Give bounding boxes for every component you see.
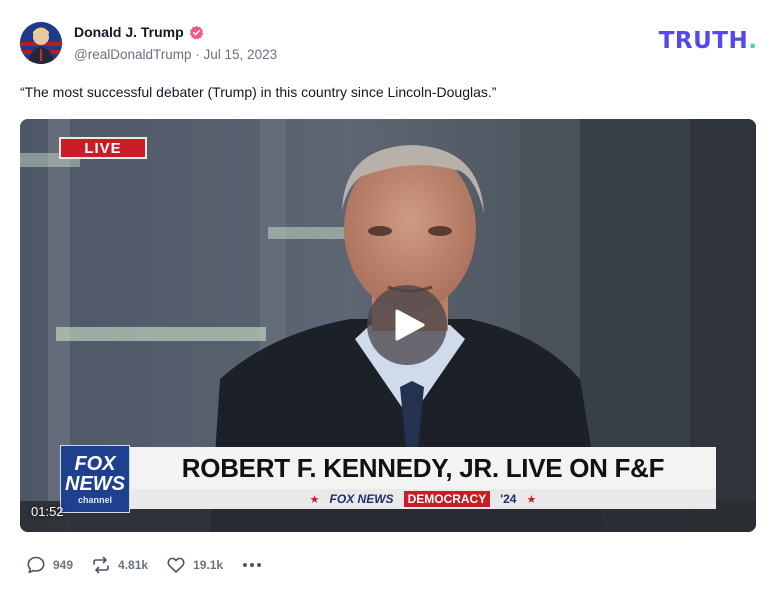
- post-date[interactable]: Jul 15, 2023: [204, 47, 278, 62]
- live-badge: LIVE: [59, 137, 147, 159]
- ellipsis-icon: [250, 563, 255, 567]
- avatar-image: [20, 22, 62, 64]
- reply-count: 949: [53, 558, 74, 572]
- post-header: Donald J. Trump @realDonaldTrump · Jul 1…: [20, 20, 757, 66]
- more-options-button[interactable]: [243, 563, 262, 567]
- repost-arrows-icon: [93, 556, 109, 574]
- chyron-tag: DEMOCRACY: [403, 491, 491, 507]
- chyron-year: '24: [500, 492, 517, 506]
- video-player[interactable]: LIVE FOX NEWS channel ROBERT F. KENNEDY,…: [20, 119, 756, 532]
- heart-icon: [167, 557, 185, 573]
- post-text: “The most successful debater (Trump) in …: [20, 84, 497, 100]
- author-meta: @realDonaldTrump · Jul 15, 2023: [74, 47, 277, 62]
- retruth-count: 4.81k: [118, 558, 149, 572]
- speech-bubble-icon: [27, 556, 45, 574]
- author-name[interactable]: Donald J. Trump: [74, 24, 184, 40]
- channel-logo-line3: channel: [77, 494, 112, 505]
- author-handle[interactable]: @realDonaldTrump: [74, 47, 192, 62]
- fox-news-channel-logo: FOX NEWS channel: [60, 445, 130, 513]
- chyron-network: FOX NEWS: [329, 492, 394, 506]
- brand-logo-dot: .: [748, 28, 757, 54]
- reply-button[interactable]: 949: [26, 555, 73, 575]
- star-icon: ★: [309, 493, 320, 506]
- avatar[interactable]: [20, 22, 62, 64]
- video-chyron-headline: ROBERT F. KENNEDY, JR. LIVE ON F&F: [130, 447, 716, 489]
- truth-social-logo[interactable]: TRUTH .: [659, 28, 757, 56]
- author-block: Donald J. Trump @realDonaldTrump · Jul 1…: [74, 23, 277, 62]
- like-count: 19.1k: [193, 558, 224, 572]
- play-icon: [395, 309, 425, 341]
- ellipsis-icon: [243, 563, 248, 567]
- like-button[interactable]: 19.1k: [166, 555, 223, 575]
- video-duration: 01:52: [31, 504, 64, 519]
- play-button[interactable]: [367, 285, 447, 365]
- star-icon: ★: [526, 493, 537, 506]
- channel-logo-line1: FOX: [74, 452, 116, 475]
- channel-logo-line2: NEWS: [65, 472, 125, 495]
- ellipsis-icon: [257, 563, 262, 567]
- meta-separator: ·: [195, 47, 200, 62]
- verified-badge-icon: [189, 25, 204, 40]
- post-actions: 949 4.81k 19.1k: [26, 555, 262, 575]
- retruth-button[interactable]: 4.81k: [91, 555, 148, 575]
- video-chyron-subline: ★ FOX NEWS DEMOCRACY '24 ★: [130, 489, 716, 509]
- author-name-row: Donald J. Trump: [74, 23, 277, 41]
- brand-logo-text: TRUTH: [658, 28, 749, 54]
